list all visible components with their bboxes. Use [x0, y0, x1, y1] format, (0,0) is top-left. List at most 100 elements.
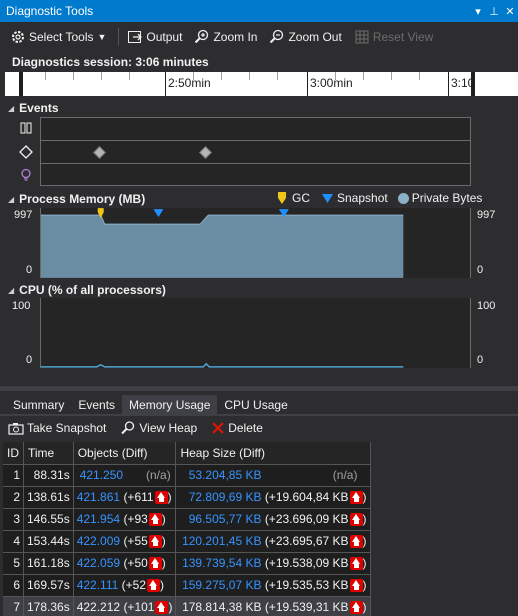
ruler-tick	[101, 72, 102, 80]
ruler-tick	[193, 72, 194, 80]
window-title: Diagnostic Tools	[6, 4, 94, 18]
snapshot-marker[interactable]	[153, 209, 164, 218]
zoom-out-label: Zoom Out	[288, 30, 342, 44]
table-row[interactable]: 4 153.44s 422.009 (+55) 120.201,45 KB (+…	[3, 530, 371, 553]
close-paren: )	[167, 489, 172, 504]
heap-link[interactable]: 139.739,54 KB	[179, 556, 261, 570]
objects-diff: (+611	[123, 489, 154, 504]
heap-diff: (+19.604,84 KB	[264, 489, 349, 504]
main-toolbar: Select Tools ▼ Output Zoom In Zoom Out R…	[0, 22, 518, 52]
tab-events[interactable]: Events	[71, 395, 122, 415]
lane-divider	[40, 140, 471, 141]
pin-icon[interactable]: ⊥	[486, 5, 502, 18]
zoom-in-button[interactable]: Zoom In	[194, 29, 257, 45]
private-bytes-area	[41, 215, 404, 278]
table-row[interactable]: 3 146.55s 421.954 (+93) 96.505,77 KB (+2…	[3, 508, 371, 531]
cell-objects: 422.111 (+52)	[73, 574, 177, 597]
objects-link[interactable]: 421.954	[77, 512, 120, 526]
cell-time: 138.61s	[23, 486, 74, 509]
increase-arrow-icon	[148, 513, 162, 527]
cpu-header[interactable]: ◢ CPU (% of all processors)	[8, 283, 166, 297]
objects-link[interactable]: 421.861	[77, 490, 120, 504]
snapshot-marker-icon	[322, 193, 333, 203]
process-memory-header-label: Process Memory (MB)	[19, 192, 146, 206]
cell-id: 3	[3, 508, 24, 531]
ruler-major-tick	[307, 72, 308, 96]
delete-button[interactable]: Delete	[211, 421, 263, 435]
delete-label: Delete	[228, 421, 263, 435]
table-row[interactable]: 6 169.57s 422.111 (+52) 159.275,07 KB (+…	[3, 574, 371, 597]
zoom-out-button[interactable]: Zoom Out	[269, 29, 342, 45]
heap-link[interactable]: 120.201,45 KB	[179, 534, 261, 548]
objects-diff: (+93	[123, 511, 148, 526]
column-header-heap-size[interactable]: Heap Size (Diff)	[175, 442, 371, 465]
view-heap-button[interactable]: View Heap	[120, 420, 197, 436]
close-icon[interactable]: ✕	[502, 5, 518, 18]
ruler-tick	[391, 72, 392, 80]
output-button[interactable]: Output	[127, 29, 182, 45]
heap-link[interactable]: 53.204,85 KB	[179, 468, 262, 482]
objects-link[interactable]: 422.059	[77, 556, 120, 570]
range-end-handle[interactable]	[471, 72, 475, 96]
heap-diff: (+19.538,09 KB	[264, 555, 349, 570]
objects-diff: (+55	[123, 533, 148, 548]
collapse-triangle-icon[interactable]: ◢	[8, 195, 14, 204]
heap-link[interactable]: 96.505,77 KB	[179, 512, 262, 526]
cpu-y-max-right: 100	[477, 300, 496, 312]
ruler-label: 2:50min	[168, 76, 211, 90]
close-paren: )	[362, 599, 367, 614]
process-memory-header[interactable]: ◢ Process Memory (MB)	[8, 192, 145, 206]
cell-objects: 421.954 (+93)	[73, 508, 177, 531]
heap-link[interactable]: 72.809,69 KB	[179, 490, 262, 504]
output-label: Output	[146, 30, 183, 44]
heap-link[interactable]: 178.814,38 KB	[179, 600, 261, 614]
zoom-out-icon	[269, 29, 285, 45]
ruler-tick	[45, 72, 46, 80]
dropdown-icon[interactable]: ▾	[470, 5, 486, 18]
reset-view-button[interactable]: Reset View	[354, 29, 433, 45]
table-row[interactable]: 1 88.31s 421.250 (n/a) 53.204,85 KB (n/a)	[3, 464, 371, 487]
objects-link[interactable]: 422.009	[77, 534, 120, 548]
memory-chart[interactable]	[40, 208, 471, 278]
column-header-id[interactable]: ID	[3, 442, 24, 465]
ruler-major-tick	[165, 72, 166, 96]
memory-y-max-left: 997	[14, 209, 33, 221]
increase-arrow-icon	[349, 601, 363, 615]
private-bytes-dot-icon	[397, 192, 409, 204]
take-snapshot-button[interactable]: Take Snapshot	[8, 421, 106, 435]
collapse-triangle-icon[interactable]: ◢	[8, 104, 14, 113]
tab-summary[interactable]: Summary	[6, 395, 71, 415]
tab-cpu-usage[interactable]: CPU Usage	[217, 395, 294, 415]
delete-x-icon	[211, 421, 225, 435]
objects-link[interactable]: 422.111	[77, 578, 119, 592]
cell-id: 4	[3, 530, 24, 553]
range-start-handle[interactable]	[19, 72, 23, 96]
table-row[interactable]: 5 161.18s 422.059 (+50) 139.739,54 KB (+…	[3, 552, 371, 575]
cell-heap: 120.201,45 KB (+23.695,67 KB)	[175, 530, 371, 553]
cell-id: 2	[3, 486, 24, 509]
panel-splitter[interactable]	[0, 386, 518, 391]
memory-toolbar: Take Snapshot View Heap Delete	[0, 416, 518, 440]
cpu-chart[interactable]	[40, 298, 471, 368]
select-tools-button[interactable]: Select Tools ▼	[10, 29, 106, 45]
events-header[interactable]: ◢ Events	[8, 101, 59, 115]
collapse-triangle-icon[interactable]: ◢	[8, 286, 14, 295]
reset-view-label: Reset View	[372, 30, 434, 44]
table-row[interactable]: 2 138.61s 421.861 (+611) 72.809,69 KB (+…	[3, 486, 371, 509]
take-snapshot-label: Take Snapshot	[27, 421, 107, 435]
cpu-y-max-left: 100	[12, 300, 31, 312]
select-tools-label: Select Tools	[29, 30, 94, 44]
chevron-down-icon: ▼	[97, 32, 107, 42]
column-header-time[interactable]: Time	[23, 442, 74, 465]
table-row-selected[interactable]: 7 178.36s 422.212 (+101) 178.814,38 KB (…	[3, 596, 371, 616]
tab-memory-usage[interactable]: Memory Usage	[122, 395, 218, 415]
increase-arrow-icon	[148, 535, 162, 549]
objects-link[interactable]: 421.250	[77, 468, 131, 482]
objects-link[interactable]: 422.212	[77, 600, 120, 614]
timeline-ruler[interactable]: 2:50min 3:00min 3:10	[5, 72, 518, 96]
cell-objects: 421.250 (n/a)	[73, 464, 177, 487]
view-heap-label: View Heap	[139, 421, 198, 435]
cell-time: 178.36s	[23, 596, 74, 616]
column-header-objects[interactable]: Objects (Diff)	[73, 442, 177, 465]
heap-link[interactable]: 159.275,07 KB	[179, 578, 261, 592]
